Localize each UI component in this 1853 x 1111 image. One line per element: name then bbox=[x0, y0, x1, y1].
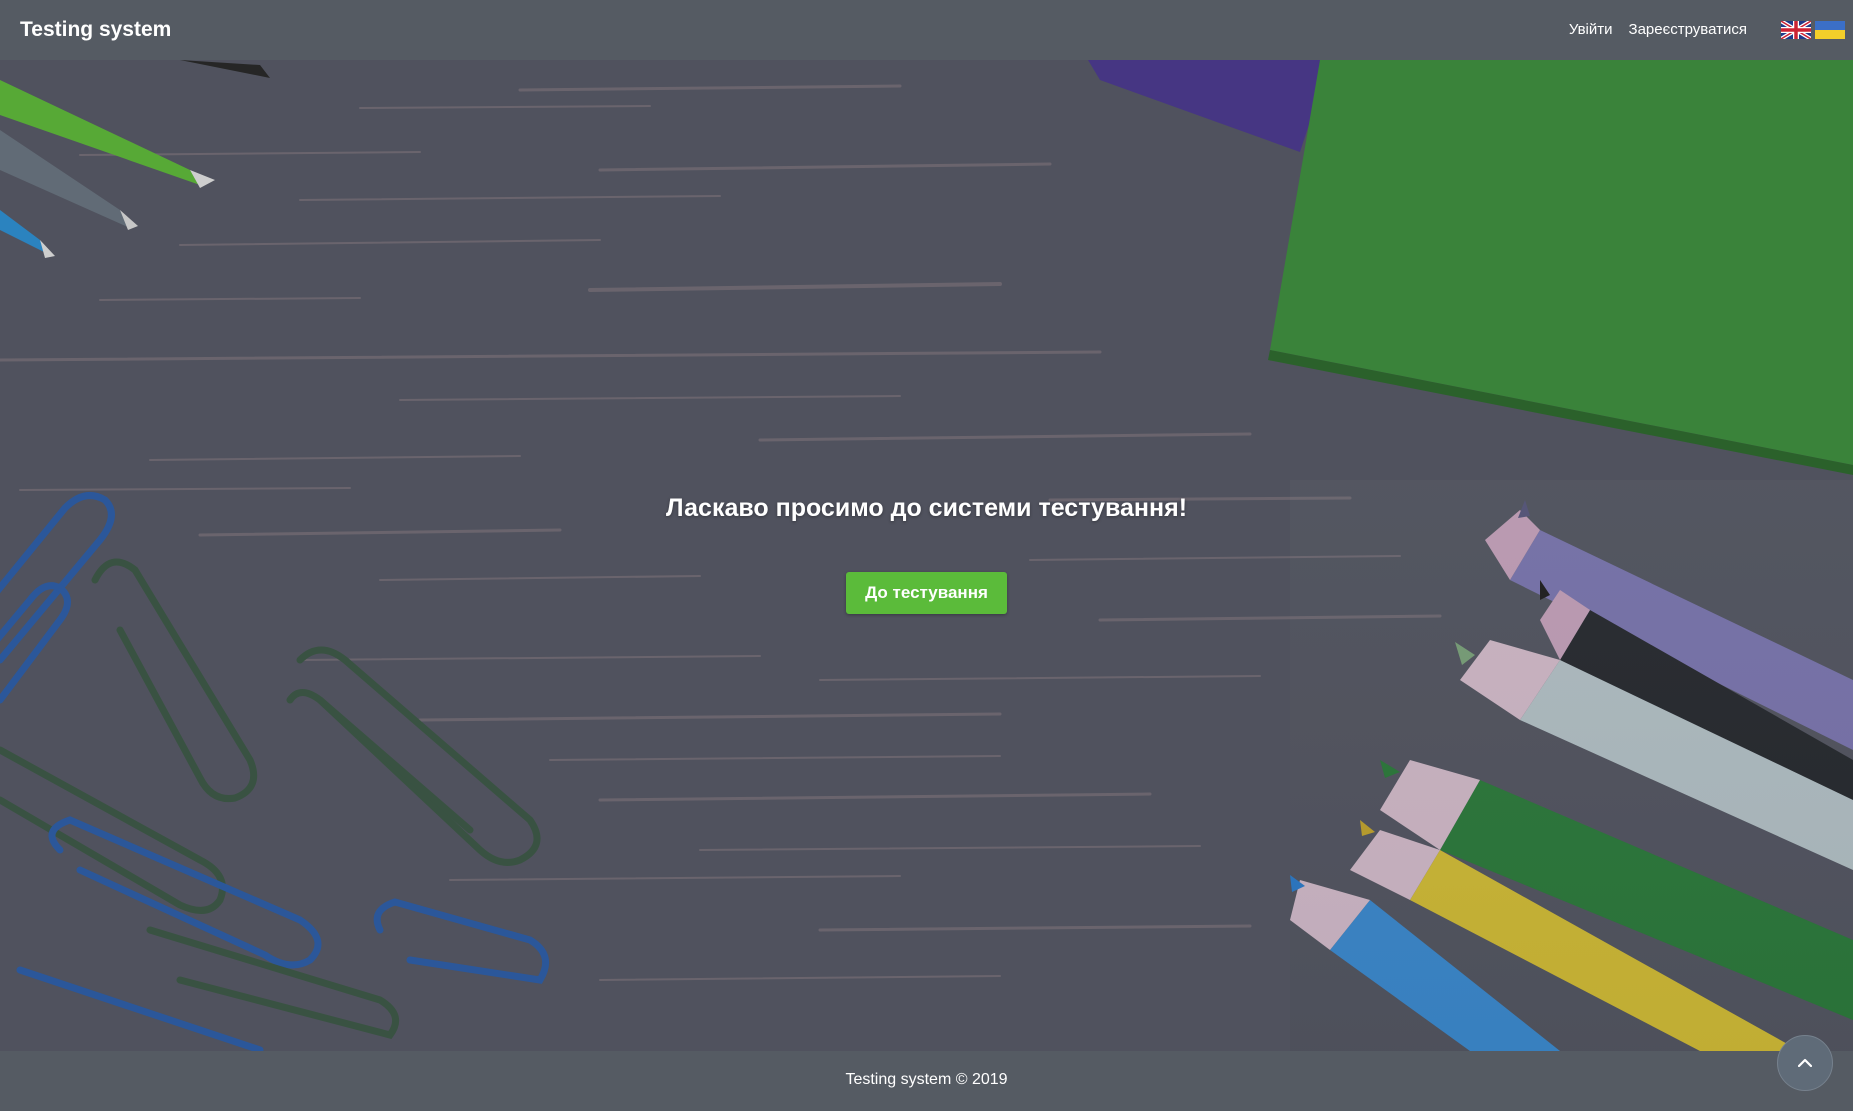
login-link[interactable]: Увійти bbox=[1569, 20, 1613, 40]
nav-right: Увійти Зареєструватися bbox=[1569, 0, 1845, 60]
footer-copyright: Testing system © 2019 bbox=[845, 1071, 1008, 1088]
footer: Testing system © 2019 bbox=[0, 1051, 1853, 1111]
brand-link[interactable]: Testing system bbox=[20, 17, 171, 43]
hero-background-image bbox=[0, 60, 1853, 1051]
start-testing-button[interactable]: До тестування bbox=[846, 572, 1007, 614]
hero-section: Ласкаво просимо до системи тестування! Д… bbox=[0, 60, 1853, 1051]
register-link[interactable]: Зареєструватися bbox=[1629, 20, 1747, 40]
ukraine-flag-icon[interactable] bbox=[1815, 21, 1845, 39]
navbar: Testing system Увійти Зареєструватися bbox=[0, 0, 1853, 60]
welcome-heading: Ласкаво просимо до системи тестування! bbox=[665, 494, 1188, 522]
scroll-to-top-button[interactable] bbox=[1777, 1035, 1833, 1091]
uk-flag-icon[interactable] bbox=[1779, 19, 1813, 41]
chevron-up-icon bbox=[1797, 1054, 1813, 1072]
